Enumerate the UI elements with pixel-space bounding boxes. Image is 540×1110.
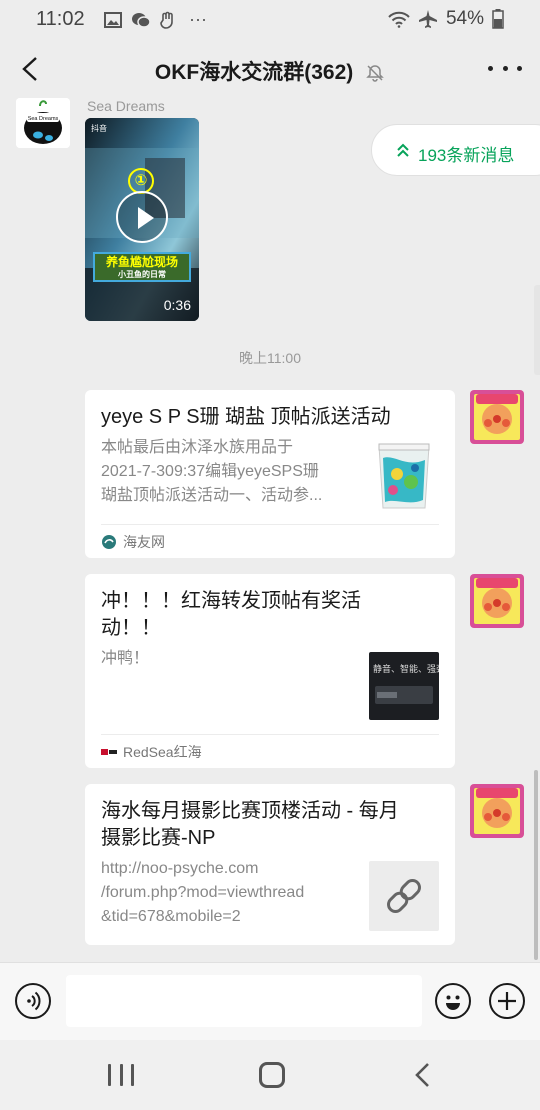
- link-card[interactable]: 海水每月摄影比赛顶楼活动 - 每月 摄影比赛-NP http://noo-psy…: [85, 784, 455, 945]
- card-source-name: RedSea红海: [123, 744, 202, 760]
- chat-header: OKF海水交流群(362): [0, 40, 540, 98]
- chat-title-wrap: OKF海水交流群(362): [0, 56, 540, 86]
- video-message[interactable]: 抖音 ① 养鱼尴尬现场 小丑鱼的日常 0:36: [85, 118, 199, 321]
- card-thumbnail: 静音、智能、强劲: [369, 652, 439, 720]
- card-description: 冲鸭！: [101, 650, 150, 667]
- status-bar: 11:02 ··· 54%: [0, 0, 540, 40]
- nav-back-button[interactable]: [412, 1062, 434, 1088]
- link-icon: [387, 879, 421, 913]
- sender-name: Sea Dreams: [87, 98, 165, 114]
- more-functions-button[interactable]: [489, 983, 525, 1019]
- card-desc-line: 本帖最后由沐泽水族用品于: [101, 439, 294, 456]
- video-duration: 0:36: [163, 297, 191, 313]
- status-time: 11:02: [36, 8, 85, 30]
- wifi-icon: [388, 11, 410, 28]
- scrollbar[interactable]: [534, 770, 538, 960]
- card-desc-line: 2021-7-309:37编辑yeyeSPS珊: [101, 463, 319, 480]
- home-button[interactable]: [259, 1062, 285, 1088]
- video-caption: 养鱼尴尬现场 小丑鱼的日常: [93, 252, 191, 282]
- my-avatar[interactable]: [470, 574, 524, 628]
- more-options-button[interactable]: [488, 56, 522, 80]
- bar-icon: [108, 1064, 111, 1086]
- card-source: RedSea红海: [101, 742, 202, 762]
- chat-title: OKF海水交流群(362): [154, 61, 354, 84]
- video-caption-line2: 小丑鱼的日常: [118, 270, 166, 279]
- card-desc-line: http://noo-psyche.com: [101, 860, 259, 877]
- card-desc-line: /forum.php?mod=viewthread: [101, 884, 305, 901]
- airplane-icon: [418, 10, 437, 28]
- card-description: http://noo-psyche.com /forum.php?mod=vie…: [101, 857, 365, 929]
- double-chevron-up-icon: [397, 143, 409, 157]
- new-messages-label: 193条新消息: [418, 146, 515, 165]
- card-title: 海水每月摄影比赛顶楼活动 - 每月 摄影比赛-NP: [101, 798, 439, 852]
- voice-input-button[interactable]: [15, 983, 51, 1019]
- message-input[interactable]: [66, 975, 422, 1027]
- dot-icon: [517, 65, 522, 71]
- plus-icon: [498, 992, 516, 1010]
- wechat-icon: [132, 12, 151, 28]
- mute-bell-icon: [366, 65, 384, 83]
- voice-icon: [27, 991, 41, 1011]
- hand-icon: [160, 11, 173, 29]
- card-thumbnail: [369, 861, 439, 931]
- card-title: 冲！！！红海转发顶帖有奖活 动！！: [101, 588, 439, 642]
- time-separator: 晚上11:00: [239, 350, 301, 366]
- sender-avatar[interactable]: Sea Dreams: [16, 98, 70, 148]
- card-description: 本帖最后由沐泽水族用品于 2021-7-309:37编辑yeyeSPS珊 瑚盐顶…: [101, 436, 363, 508]
- redsea-logo-icon: [101, 749, 117, 755]
- douyin-tag: 抖音: [91, 124, 107, 133]
- card-divider: [101, 524, 439, 525]
- link-card[interactable]: 冲！！！红海转发顶帖有奖活 动！！ 冲鸭！ 静音、智能、强劲 RedSea红海: [85, 574, 455, 768]
- link-card[interactable]: yeye S P S珊 瑚盐 顶帖派送活动 本帖最后由沐泽水族用品于 2021-…: [85, 390, 455, 558]
- thumb-text: 静音、智能、强劲: [373, 664, 439, 674]
- system-nav-bar: [0, 1040, 540, 1110]
- bar-icon: [131, 1064, 134, 1086]
- more-notifications: ···: [189, 9, 207, 29]
- card-title-line: 冲！！！红海转发顶帖有奖活: [101, 590, 361, 612]
- sea-dreams-logo: Sea Dreams: [16, 98, 70, 148]
- svg-text:Sea Dreams: Sea Dreams: [28, 116, 59, 122]
- my-avatar[interactable]: [470, 784, 524, 838]
- dot-icon: [488, 65, 493, 71]
- side-handle[interactable]: [534, 285, 540, 375]
- card-title-line: 动！！: [101, 617, 161, 639]
- play-icon[interactable]: [116, 191, 168, 243]
- gallery-icon: [104, 11, 122, 28]
- input-bar: [0, 962, 540, 1040]
- salt-bucket-image: [378, 443, 430, 509]
- bar-icon: [119, 1064, 123, 1086]
- my-avatar[interactable]: [470, 390, 524, 444]
- battery-icon: [492, 9, 504, 29]
- notification-icons: ···: [104, 9, 207, 30]
- card-source: 海友网: [101, 532, 165, 552]
- card-title-line: 海水每月摄影比赛顶楼活动 - 每月: [101, 800, 399, 822]
- card-title-line: 摄影比赛-NP: [101, 827, 216, 849]
- dot-icon: [502, 65, 508, 71]
- card-title: yeye S P S珊 瑚盐 顶帖派送活动: [101, 406, 391, 428]
- card-source-name: 海友网: [123, 534, 165, 550]
- emoji-button[interactable]: [435, 983, 471, 1019]
- smiley-icon: [446, 995, 460, 1010]
- card-desc-line: &tid=678&mobile=2: [101, 908, 241, 925]
- video-caption-line1: 养鱼尴尬现场: [105, 255, 178, 269]
- recent-apps-button[interactable]: [108, 1064, 134, 1086]
- card-desc-line: 瑚盐顶帖派送活动一、活动参...: [101, 487, 323, 504]
- haiyou-logo-icon: [102, 535, 116, 549]
- card-divider: [101, 734, 439, 735]
- system-icons: 54%: [388, 8, 504, 30]
- card-thumbnail: [375, 440, 433, 510]
- battery-percent: 54%: [445, 8, 484, 29]
- new-messages-button[interactable]: 193条新消息: [371, 124, 540, 176]
